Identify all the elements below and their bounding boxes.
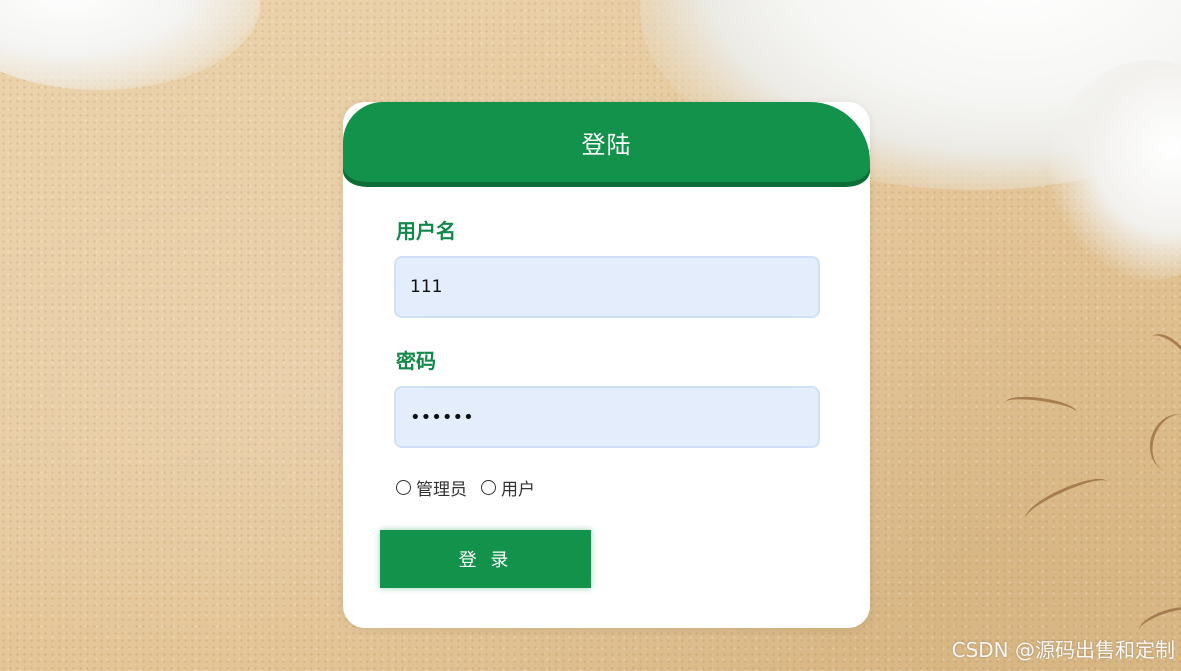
- role-selector: 管理员 用户: [396, 475, 549, 500]
- page-title: 登陆: [581, 130, 632, 159]
- password-label: 密码: [396, 349, 436, 373]
- card-header: 登陆: [343, 102, 870, 182]
- password-value: ••••••: [410, 406, 474, 428]
- username-input[interactable]: 111: [394, 256, 820, 318]
- radio-user[interactable]: [481, 480, 496, 495]
- watermark-text: CSDN @源码出售和定制: [951, 638, 1175, 662]
- role-label-user: 用户: [501, 480, 535, 500]
- username-label: 用户名: [396, 219, 456, 243]
- role-label-admin: 管理员: [416, 480, 467, 500]
- username-value: 111: [410, 277, 443, 297]
- login-card: 登陆 用户名 111 密码 •••••• 管理员 用户 登 录: [343, 102, 870, 628]
- radio-admin[interactable]: [396, 480, 411, 495]
- login-button[interactable]: 登 录: [380, 530, 591, 588]
- password-input[interactable]: ••••••: [394, 386, 820, 448]
